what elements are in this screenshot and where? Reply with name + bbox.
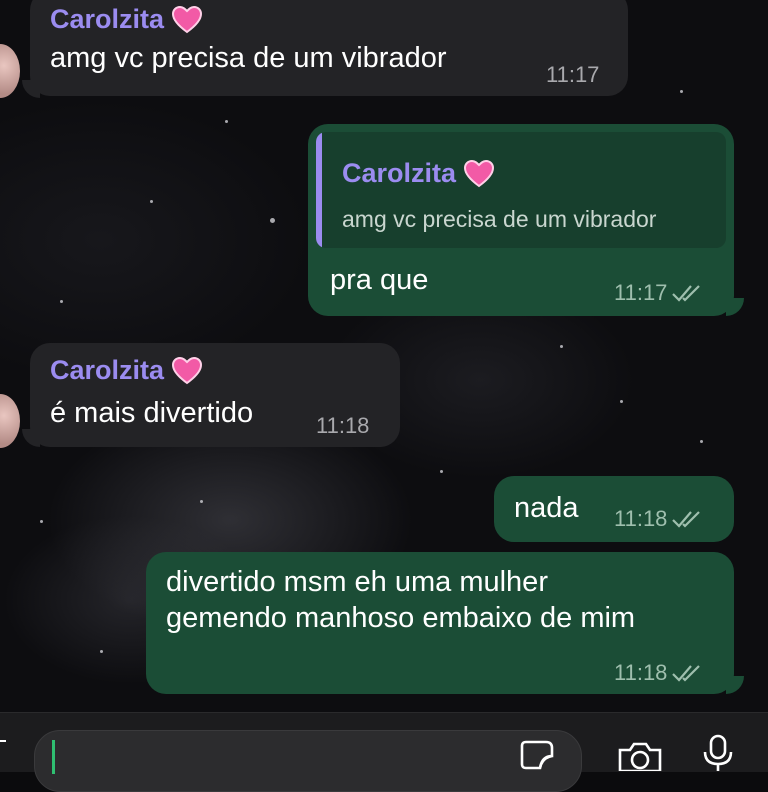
reply-sender-text: Carolzita	[342, 158, 457, 188]
message-time: 11:18	[316, 413, 370, 438]
attach-plus-icon[interactable]	[0, 740, 6, 742]
message-time: 11:17	[614, 280, 668, 305]
message-bubble-outgoing[interactable]: divertido msm eh uma mulher gemendo manh…	[146, 552, 734, 694]
microphone-icon[interactable]	[700, 734, 736, 771]
sender-name-text: Carolzita	[50, 4, 165, 34]
message-time-row: 11:18	[614, 660, 703, 686]
star	[560, 345, 563, 348]
sticker-icon[interactable]	[520, 740, 556, 771]
message-text: nada	[514, 492, 579, 524]
message-bubble-incoming[interactable]: Carolzita é mais divertido 11:18	[30, 343, 400, 447]
message-bubble-outgoing[interactable]: nada 11:18	[494, 476, 734, 542]
heart-icon	[172, 5, 203, 33]
message-bubble-outgoing[interactable]: Carolzita amg vc precisa de um vibrador …	[308, 124, 734, 316]
message-input[interactable]	[34, 730, 582, 792]
message-time: 11:17	[546, 62, 600, 87]
reply-text: amg vc precisa de um vibrador	[342, 206, 657, 232]
message-text: divertido msm eh uma mulher gemendo manh…	[166, 566, 636, 634]
star	[200, 500, 203, 503]
message-bubble-incoming[interactable]: Carolzita amg vc precisa de um vibrador …	[30, 0, 628, 96]
star	[700, 440, 703, 443]
heart-icon	[464, 159, 495, 187]
star	[440, 470, 443, 473]
sender-name: Carolzita	[50, 4, 203, 35]
star	[60, 300, 63, 303]
star	[225, 120, 228, 123]
message-time-row: 11:17	[614, 280, 703, 306]
camera-icon[interactable]	[616, 740, 664, 771]
star	[270, 218, 275, 223]
message-text: é mais divertido	[50, 397, 254, 429]
sender-name: Carolzita	[50, 355, 203, 386]
star	[680, 90, 683, 93]
star	[100, 650, 103, 653]
reply-sender-name: Carolzita	[342, 158, 495, 189]
double-check-icon	[672, 511, 701, 528]
message-time: 11:18	[614, 506, 668, 531]
message-text: amg vc precisa de um vibrador	[50, 42, 447, 74]
double-check-icon	[672, 665, 701, 682]
reply-accent-bar	[316, 132, 322, 248]
heart-icon	[172, 356, 203, 384]
message-text: pra que	[330, 264, 429, 296]
sender-name-text: Carolzita	[50, 355, 165, 385]
star	[150, 200, 153, 203]
message-time-row: 11:18	[614, 506, 703, 532]
double-check-icon	[672, 285, 701, 302]
reply-preview[interactable]: Carolzita amg vc precisa de um vibrador	[316, 132, 726, 248]
star	[620, 400, 623, 403]
text-caret	[52, 740, 55, 774]
message-time: 11:18	[614, 660, 668, 685]
star	[40, 520, 43, 523]
